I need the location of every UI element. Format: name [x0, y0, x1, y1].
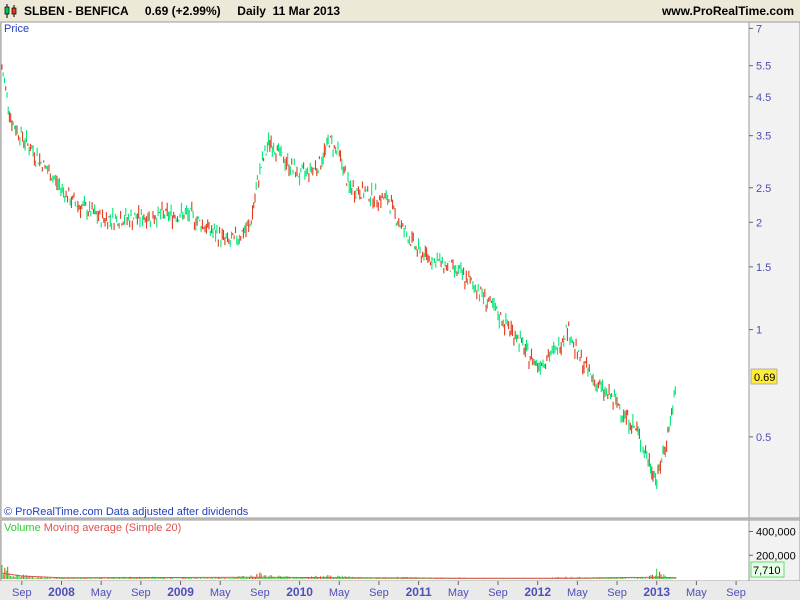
time-tick-label: May	[91, 587, 112, 599]
time-tick-label: Sep	[131, 587, 151, 599]
time-tick-label: 2012	[524, 585, 551, 599]
time-tick-label: May	[210, 587, 231, 599]
time-tick-label: 2010	[286, 585, 313, 599]
volume-label: Volume Moving average (Simple 20)	[4, 522, 181, 534]
time-tick-label: Sep	[607, 587, 627, 599]
price-tick-label: 0.5	[756, 432, 771, 444]
time-tick-label: May	[448, 587, 469, 599]
time-tick-label: 2009	[167, 585, 194, 599]
last-volume-badge-text: 7,710	[753, 565, 781, 577]
price-tick-label: 5.5	[756, 61, 771, 73]
time-tick-label: May	[686, 587, 707, 599]
time-tick-label: Sep	[726, 587, 746, 599]
price-panel-footer: © ProRealTime.com Data adjusted after di…	[4, 506, 249, 518]
time-tick-label: Sep	[488, 587, 508, 599]
price-tick-label: 2	[756, 217, 762, 229]
time-tick-label: Sep	[250, 587, 270, 599]
time-tick-label: May	[329, 587, 350, 599]
ma-label-text: Moving average (Simple 20)	[44, 522, 182, 534]
time-tick-label: Sep	[369, 587, 389, 599]
time-axis[interactable]	[0, 581, 800, 600]
price-tick-label: 2.5	[756, 183, 771, 195]
last-price-badge-text: 0.69	[754, 372, 775, 384]
price-panel[interactable]	[0, 21, 750, 519]
time-tick-label: May	[567, 587, 588, 599]
price-tick-label: 4.5	[756, 92, 771, 104]
time-tick-label: 2013	[643, 585, 670, 599]
time-tick-label: 2008	[48, 585, 75, 599]
time-tick-label: Sep	[12, 587, 32, 599]
price-tick-label: 7	[756, 23, 762, 35]
volume-tick-label: 200,000	[756, 550, 796, 562]
price-tick-label: 1.5	[756, 262, 771, 274]
price-tick-label: 1	[756, 325, 762, 337]
volume-tick-label: 400,000	[756, 527, 796, 539]
volume-label-text: Volume	[4, 522, 41, 534]
time-tick-label: 2011	[406, 585, 432, 599]
chart-area[interactable]: 7 5.5 4.5 3.5 2.5 2 1.5 1 0.5 400,000 200,000 Sep…	[0, 0, 800, 600]
price-panel-label: Price	[4, 23, 29, 35]
price-tick-label: 3.5	[756, 131, 771, 143]
